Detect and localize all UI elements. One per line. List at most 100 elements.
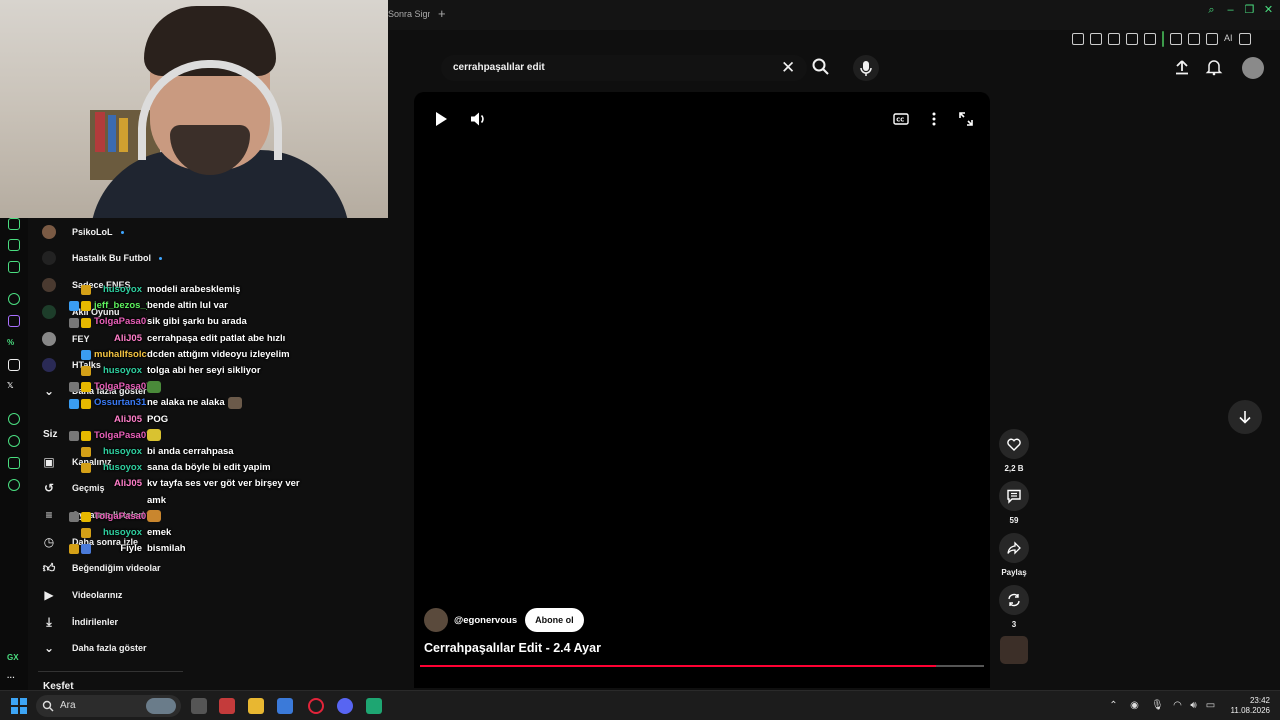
show-more-you[interactable]: ⌄ Daha fazla göster [42, 641, 147, 655]
chatgpt-icon[interactable] [8, 293, 20, 305]
search-input[interactable]: cerrahpaşalılar edit ✕ [441, 55, 807, 81]
heart-icon[interactable] [1144, 33, 1156, 45]
chat-username[interactable]: TolgaPasa07 [94, 314, 147, 330]
opera-icon[interactable] [308, 698, 324, 714]
twitch-icon[interactable] [8, 315, 20, 327]
app-icon[interactable] [366, 698, 382, 714]
chat-username[interactable]: husoyox [94, 444, 147, 460]
clock[interactable]: 23:42 11.08.2026 [1222, 696, 1270, 716]
chat-message: husoyox modeli arabesklemiş [56, 282, 316, 298]
nav-item-your-videos[interactable]: ▶ Videolarınız [42, 588, 122, 602]
sound-thumbnail[interactable] [1000, 636, 1028, 664]
new-tab-button[interactable]: + [438, 6, 446, 21]
subscription-item[interactable]: Hastalık Bu Futbol [42, 251, 163, 265]
gx-icon[interactable]: GX [7, 653, 19, 662]
like-circle [999, 429, 1029, 459]
subscription-item[interactable]: PsikoLoL [42, 225, 124, 239]
chat-username[interactable]: jeff_bezos_ya... [94, 298, 147, 314]
chat-username[interactable]: AliJ05 [94, 476, 147, 508]
nav-item-downloads[interactable]: ⤓ İndirilenler [42, 615, 118, 629]
play-icon[interactable] [432, 110, 450, 128]
pin-icon[interactable] [1072, 33, 1084, 45]
search-tabs-icon[interactable]: ⌕ [1206, 5, 1217, 16]
chat-username[interactable]: Ossurtan31... [94, 395, 147, 411]
shield-icon[interactable] [1108, 33, 1120, 45]
chat-message: muhallfsolcu dcden attığım videoyu izleye… [56, 347, 316, 363]
wallet-icon[interactable] [1188, 33, 1200, 45]
chat-username[interactable]: muhallfsolcu [94, 347, 147, 363]
live-indicator [159, 256, 163, 260]
upload-icon[interactable] [1173, 58, 1191, 76]
sidebar-app-icon[interactable] [8, 239, 20, 251]
tray-overflow-icon[interactable]: ⌃ [1108, 700, 1119, 711]
nav-item-label: Videolarınız [72, 590, 123, 600]
file-explorer-icon[interactable] [248, 698, 264, 714]
close-window-button[interactable]: ✕ [1263, 5, 1274, 16]
notifications-icon[interactable] [1205, 58, 1223, 76]
extensions-icon[interactable] [1170, 33, 1182, 45]
more-icon[interactable]: ··· [7, 673, 15, 682]
wifi-icon[interactable]: ◠ [1172, 700, 1183, 711]
chat-username[interactable]: AliJ05 [94, 331, 147, 347]
fullscreen-icon[interactable] [957, 110, 975, 128]
x-icon[interactable]: 𝕏 [7, 381, 13, 390]
chat-username[interactable]: husoyox [94, 460, 147, 476]
sidebar-app-icon[interactable] [8, 261, 20, 273]
volume-icon[interactable] [469, 110, 487, 128]
battery-icon[interactable]: ▭ [1205, 700, 1216, 711]
minimize-button[interactable]: – [1225, 5, 1236, 16]
subscribe-button[interactable]: Abone ol [525, 608, 584, 632]
account-avatar[interactable] [1242, 57, 1264, 79]
settings-icon[interactable] [8, 479, 20, 491]
clear-search-icon[interactable]: ✕ [781, 58, 795, 78]
next-video-button[interactable] [1228, 400, 1262, 434]
chat-username[interactable]: TolgaPasa07 [94, 379, 147, 395]
search-icon[interactable] [811, 57, 831, 77]
browser-tab[interactable]: Sonra Sign [388, 9, 430, 19]
nav-item-liked[interactable]: 👍︎ Beğendiğim videolar [42, 561, 161, 575]
chat-badges [56, 314, 94, 330]
chat-username[interactable]: TolgaPasa07 [94, 428, 147, 444]
discord-icon[interactable] [337, 698, 353, 714]
video-title[interactable]: Cerrahpaşalılar Edit - 2.4 Ayar [424, 641, 601, 655]
chat-message: husoyox bi anda cerrahpasa [56, 444, 316, 460]
volume-icon[interactable]: 🔊︎ [1188, 700, 1199, 711]
task-view-icon[interactable] [191, 698, 207, 714]
history-icon[interactable] [8, 435, 20, 447]
channel-name[interactable]: @egonervous [454, 615, 517, 626]
nav-item-label: İndirilenler [72, 617, 119, 627]
voice-search-button[interactable] [853, 55, 879, 81]
play-icon[interactable] [1126, 33, 1138, 45]
taskbar-search[interactable]: Ara [36, 695, 181, 717]
like-button[interactable]: 2,2 B [999, 429, 1029, 473]
discord-icon[interactable] [8, 359, 20, 371]
download-icon[interactable] [1206, 33, 1218, 45]
ai-button[interactable]: AI [1224, 33, 1233, 45]
comments-button[interactable]: 59 [999, 481, 1029, 525]
maximize-button[interactable]: ❐ [1244, 5, 1255, 16]
start-button[interactable] [11, 698, 27, 714]
progress-bar[interactable] [420, 665, 984, 667]
chat-username[interactable]: husoyox [94, 282, 147, 298]
snapshot-icon[interactable] [1090, 33, 1102, 45]
extensions-icon[interactable] [8, 457, 20, 469]
channel-avatar[interactable] [424, 608, 448, 632]
chat-username[interactable]: AliJ05 [94, 412, 147, 428]
mic-icon[interactable]: 🎙︎ [1151, 700, 1164, 711]
chat-username[interactable]: husoyox [94, 363, 147, 379]
chat-username[interactable]: husoyox [94, 525, 147, 541]
sidebar-app-icon[interactable] [8, 218, 20, 230]
menu-icon[interactable] [1238, 33, 1251, 45]
sidebar-app-icon[interactable] [8, 413, 20, 425]
chat-username[interactable]: Fiyle [94, 541, 147, 557]
shorts-player[interactable]: CC @egonervous Abone ol Cerrahpaşalılar … [414, 92, 990, 688]
app-icon[interactable] [219, 698, 235, 714]
share-button[interactable]: Paylaş [999, 533, 1029, 577]
store-icon[interactable] [277, 698, 293, 714]
tray-app-icon[interactable]: ◉ [1129, 700, 1140, 711]
chat-username[interactable]: TolgaPasa07 [94, 509, 147, 525]
percent-icon[interactable]: % [7, 338, 14, 347]
more-options-icon[interactable] [925, 110, 943, 128]
captions-icon[interactable]: CC [892, 110, 910, 128]
remix-button[interactable]: 3 [999, 585, 1029, 629]
